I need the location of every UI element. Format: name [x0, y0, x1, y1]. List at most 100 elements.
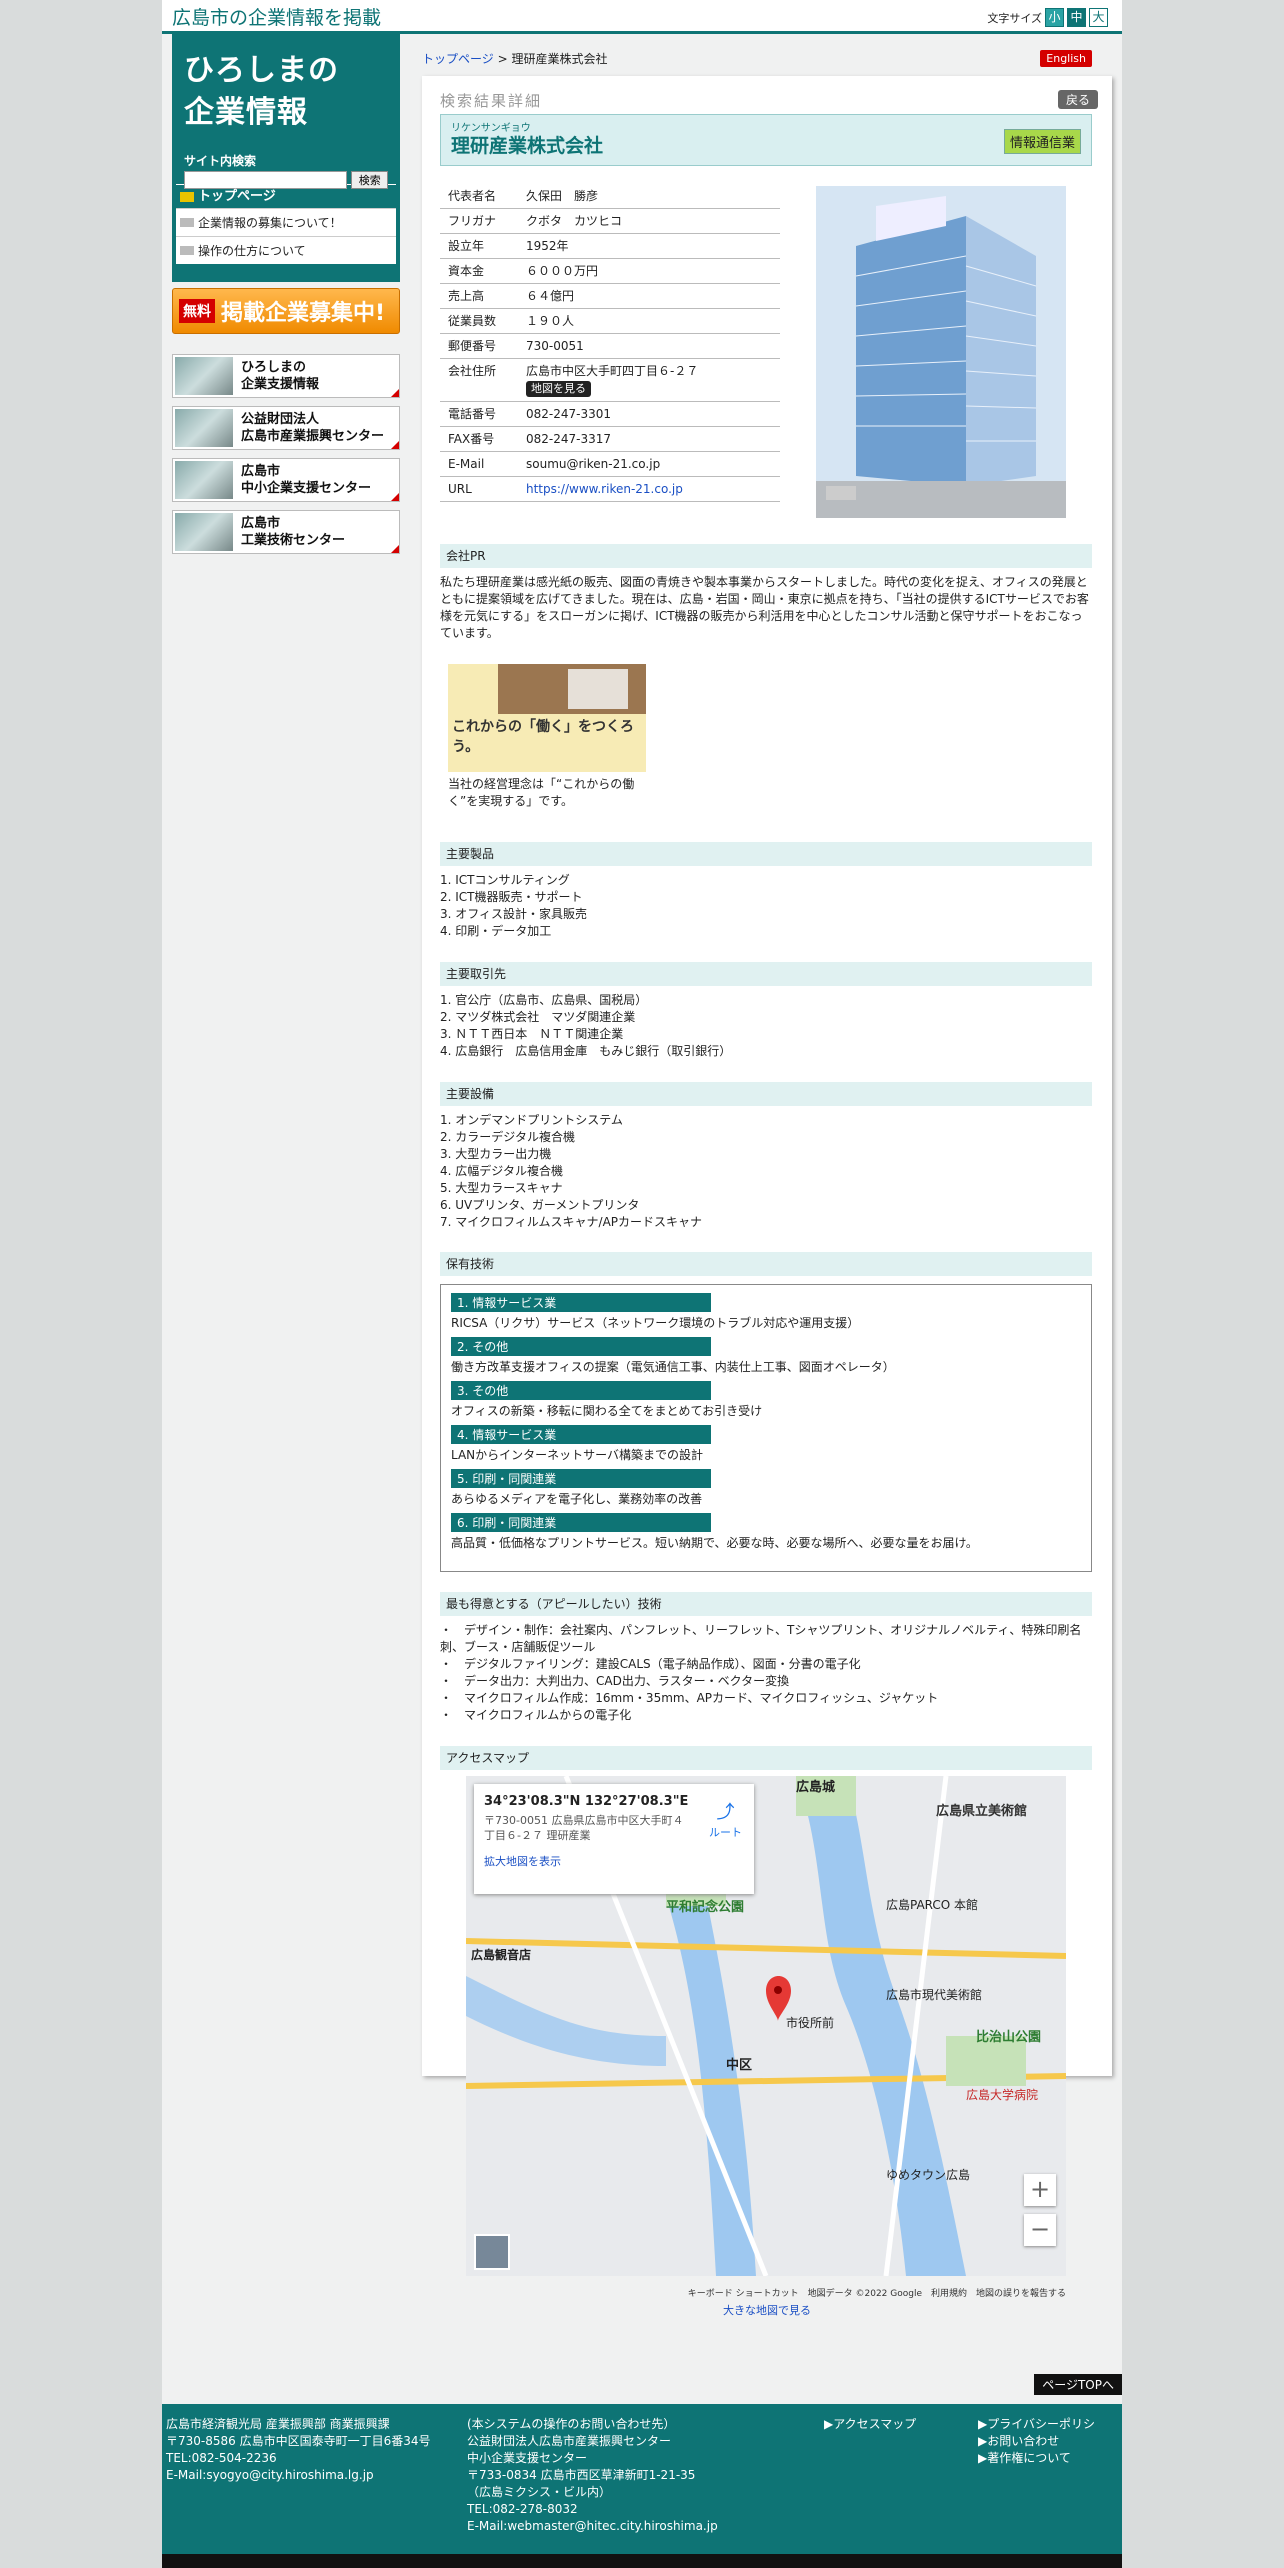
logo[interactable]: ひろしまの 企業情報 — [184, 50, 388, 134]
satellite-toggle[interactable] — [474, 2234, 510, 2270]
list-item: ・ マイクロフィルム作成：16mm・35mm、APカード、マイクロフィッシュ、ジ… — [440, 1691, 939, 1705]
list-item: 3. オフィス設計・家具販売 — [440, 907, 588, 921]
tech-center-link[interactable]: 広島市 工業技術センター — [172, 510, 400, 554]
view-map-button[interactable]: 地図を見る — [526, 381, 591, 397]
appeal-heading: 最も得意とする（アピールしたい）技術 — [440, 1592, 1092, 1616]
building-image — [816, 186, 1066, 518]
list-item: ・ データ出力：大判出力、CAD出力、ラスター・ベクター変換 — [440, 1674, 790, 1688]
page-top-button[interactable]: ページTOPへ — [1034, 2374, 1122, 2395]
contact-link[interactable]: ▶お問い合わせ — [978, 2433, 1095, 2450]
support-info-link[interactable]: ひろしまの 企業支援情報 — [172, 354, 400, 398]
table-row: フリガナ クボタ カツヒコ — [440, 208, 780, 234]
nav-item-recruit-info[interactable]: 企業情報の募集について！ — [176, 208, 396, 236]
recruit-banner[interactable]: 無料 掲載企業募集中! — [172, 288, 400, 334]
list-item: 4. 広幅デジタル複合機 — [440, 1164, 564, 1178]
list-item: ・ デザイン・制作：会社案内、パンフレット、リーフレット、Tシャツプリント、オリ… — [440, 1623, 1082, 1654]
map-label: ゆめタウン広島 — [886, 2168, 971, 2182]
page: 広島市の企業情報を掲載 文字サイズ 小 中 大 ひろしまの 企業情報 サイト内検… — [162, 0, 1122, 2568]
corner-marker-icon — [391, 441, 399, 449]
equipment-heading: 主要設備 — [440, 1082, 1092, 1106]
corner-marker-icon — [391, 493, 399, 501]
sidebar: ひろしまの 企業情報 サイト内検索 検索 トップページ 企業情報の募集について！… — [172, 32, 400, 554]
nav-bullet-icon — [180, 191, 194, 202]
map-label: 広島県立美術館 — [936, 1804, 1028, 1819]
table-row: 会社住所 広島市中区大手町四丁目６-２７ 地図を見る — [440, 358, 780, 402]
list-item: 2. マツダ株式会社 マツダ関連企業 — [440, 1010, 636, 1024]
list-item: 1. ICTコンサルティング — [440, 873, 570, 887]
font-size-small-button[interactable]: 小 — [1045, 8, 1064, 27]
font-size-control: 文字サイズ 小 中 大 — [987, 8, 1108, 27]
search-button[interactable]: 検索 — [351, 171, 388, 189]
back-button[interactable]: 戻る — [1057, 90, 1098, 109]
equipment-list: 1. オンデマンドプリントシステム 2. カラーデジタル複合機 3. 大型カラー… — [440, 1112, 1092, 1231]
list-item: 4. 広島銀行 広島信用金庫 もみじ銀行（取引銀行） — [440, 1044, 732, 1058]
footer-access-link[interactable]: ▶アクセスマップ — [824, 2416, 916, 2433]
access-heading: アクセスマップ — [440, 1746, 1092, 1770]
list-item: 2. カラーデジタル複合機 — [440, 1130, 576, 1144]
map-label: 広島城 — [796, 1780, 836, 1795]
company-name: 理研産業株式会社 — [451, 135, 604, 157]
access-map[interactable]: 広島城 広島県立美術館 平和記念公園 広島PARCO 本館 広島市現代美術館 比… — [466, 1776, 1066, 2276]
route-button[interactable]: ⤴ ルート — [709, 1798, 742, 1840]
industry-badge: 情報通信業 — [1003, 129, 1081, 154]
list-item: ・ デジタルファイリング：建設CALS（電子納品作成）、図面・分書の電子化 — [440, 1657, 861, 1671]
clients-list: 1. 官公庁（広島市、広島県、国税局） 2. マツダ株式会社 マツダ関連企業 3… — [440, 992, 1092, 1060]
copyright-link[interactable]: ▶著作権について — [978, 2450, 1095, 2467]
tech-heading: 保有技術 — [440, 1252, 1092, 1276]
map-address: 〒730-0051 広島県広島市中区大手町４丁目６-２７ 理研産業 — [484, 1814, 684, 1842]
table-row: 従業員数 １９０人 — [440, 308, 780, 334]
products-list: 1. ICTコンサルティング 2. ICT機器販売・サポート 3. オフィス設計… — [440, 872, 1092, 940]
map-label: 中区 — [726, 2058, 753, 2073]
font-size-medium-button[interactable]: 中 — [1067, 8, 1086, 27]
free-badge: 無料 — [179, 299, 215, 323]
corner-marker-icon — [391, 389, 399, 397]
breadcrumb: トップページ > 理研産業株式会社 — [422, 52, 608, 66]
table-row: 資本金 ６０００万円 — [440, 258, 780, 284]
enlarge-map-link[interactable]: 拡大地図を表示 — [484, 1853, 744, 1869]
sme-support-center-link[interactable]: 広島市 中小企業支援センター — [172, 458, 400, 502]
pr-heading: 会社PR — [440, 544, 1092, 568]
table-row: URL https://www.riken-21.co.jp — [440, 476, 780, 502]
company-building-photo — [816, 186, 1066, 518]
map-label: 広島観音店 — [471, 1948, 532, 1962]
font-size-label: 文字サイズ — [987, 11, 1042, 25]
tech-item: 5. 印刷・同関連業 あらゆるメディアを電子化し、業務効率の改善 — [451, 1469, 1081, 1507]
products-heading: 主要製品 — [440, 842, 1092, 866]
table-row: 代表者名 久保田 勝彦 — [440, 184, 780, 209]
table-row: FAX番号 082-247-3317 — [440, 426, 780, 452]
list-item: 1. 官公庁（広島市、広島県、国税局） — [440, 993, 648, 1007]
font-size-large-button[interactable]: 大 — [1089, 8, 1108, 27]
footer: 広島市経済観光局 産業振興部 商業振興課 〒730-8586 広島市中区国泰寺町… — [162, 2404, 1122, 2554]
nav-item-how-to[interactable]: 操作の仕方について — [176, 236, 396, 264]
big-map-link[interactable]: 大きな地図で見る — [422, 2302, 1112, 2318]
promotion-center-link[interactable]: 公益財団法人 広島市産業振興センター — [172, 406, 400, 450]
site-name[interactable]: 広島市の企業情報を掲載 — [172, 3, 381, 30]
list-item: 4. 印刷・データ加工 — [440, 924, 552, 938]
footer-support-contact: (本システムの操作のお問い合わせ先） 公益財団法人広島市産業振興センター 中小企… — [467, 2417, 718, 2533]
breadcrumb-home-link[interactable]: トップページ — [422, 52, 494, 66]
table-row: 郵便番号 730-0051 — [440, 333, 780, 359]
english-button[interactable]: English — [1040, 50, 1092, 67]
privacy-policy-link[interactable]: ▶プライバシーポリシ — [978, 2416, 1095, 2433]
pr-image: これからの「働く」をつくろう。 — [448, 664, 646, 772]
list-item: 6. UVプリンタ、ガーメントプリンタ — [440, 1198, 640, 1212]
top-bar: 広島市の企業情報を掲載 文字サイズ 小 中 大 — [162, 0, 1122, 34]
list-item: 1. オンデマンドプリントシステム — [440, 1113, 623, 1127]
map-label: 市役所前 — [786, 2016, 835, 2030]
zoom-out-button[interactable]: − — [1024, 2214, 1056, 2246]
list-item: 5. 大型カラースキャナ — [440, 1181, 563, 1195]
tech-item: 1. 情報サービス業 RICSA（リクサ）サービス（ネットワーク環境のトラブル対応… — [451, 1293, 1081, 1331]
support-info-thumbnail — [175, 357, 233, 395]
map-label: 平和記念公園 — [666, 1900, 745, 1915]
nav-bullet-icon — [180, 246, 194, 255]
zoom-in-button[interactable]: + — [1024, 2174, 1056, 2206]
company-url-link[interactable]: https://www.riken-21.co.jp — [526, 482, 683, 496]
breadcrumb-current: 理研産業株式会社 — [511, 52, 608, 66]
tech-center-thumbnail — [175, 513, 233, 551]
map-label: 広島市現代美術館 — [886, 1988, 983, 2002]
table-row: 売上高 ６４億円 — [440, 283, 780, 309]
pr-image-text: これからの「働く」をつくろう。 — [452, 719, 634, 755]
map-label: 広島大学病院 — [966, 2088, 1039, 2102]
tech-item: 3. その他 オフィスの新築・移転に関わる全てをまとめてお引き受け — [451, 1381, 1081, 1419]
footer-links: ▶プライバシーポリシ ▶お問い合わせ ▶著作権について — [978, 2416, 1095, 2467]
